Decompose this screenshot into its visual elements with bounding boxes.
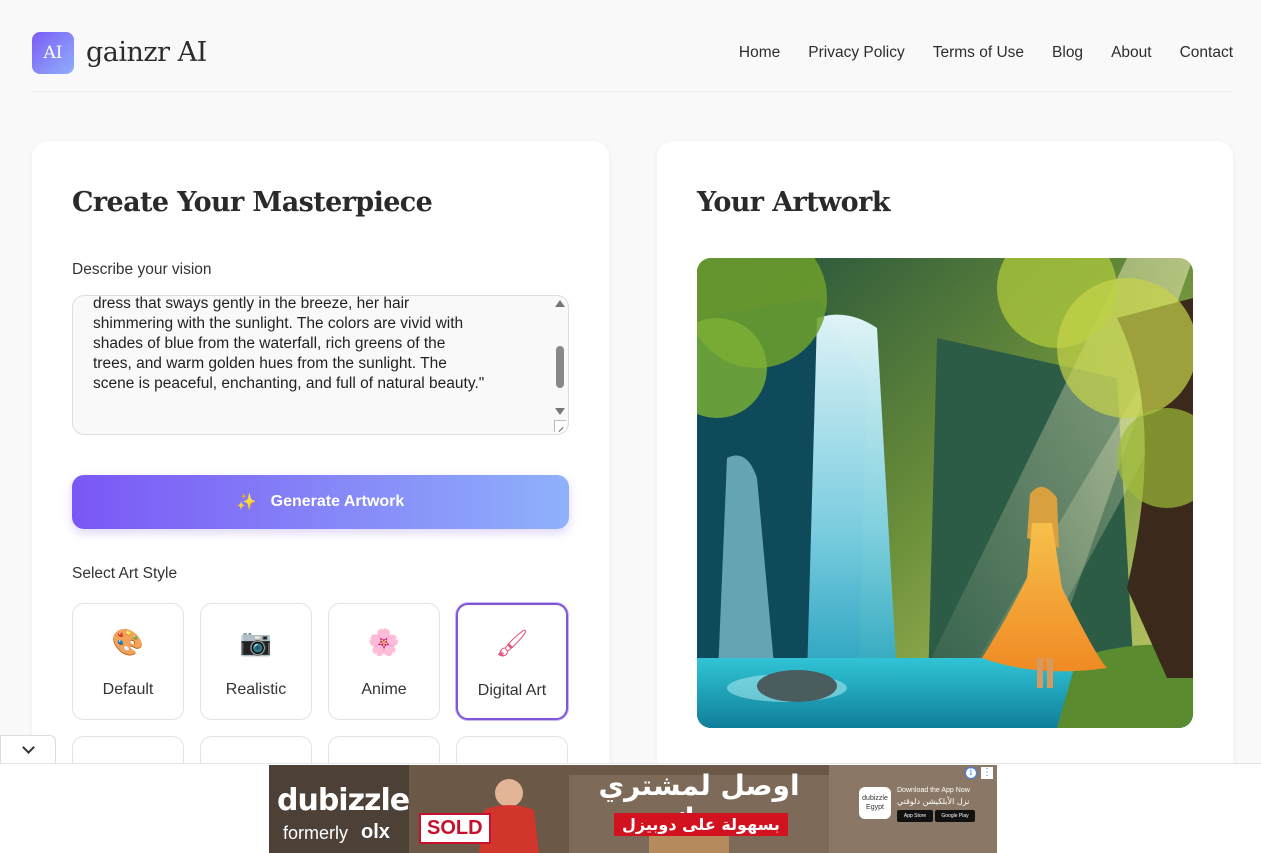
style-option-default[interactable]: 🎨 Default xyxy=(72,603,184,720)
style-label-digital-art: Digital Art xyxy=(477,682,547,699)
create-panel: Create Your Masterpiece Describe your vi… xyxy=(32,141,609,853)
generated-artwork-image[interactable] xyxy=(697,258,1193,728)
style-label-anime: Anime xyxy=(361,681,407,698)
artwork-illustration xyxy=(697,258,1193,728)
resize-handle-icon[interactable] xyxy=(554,420,566,432)
palette-icon: 🎨 xyxy=(111,628,145,658)
site-header: AI gainzr AI Home Privacy Policy Terms o… xyxy=(32,32,1233,92)
nav-about[interactable]: About xyxy=(1111,44,1152,62)
ad-subline: بسهولة على دوبيزل xyxy=(614,813,788,836)
prompt-label: Describe your vision xyxy=(72,261,212,278)
nav-privacy-policy[interactable]: Privacy Policy xyxy=(808,44,904,62)
generate-artwork-label: Generate Artwork xyxy=(270,493,405,510)
style-option-digital-art[interactable]: 🖌 Digital Art xyxy=(456,603,568,720)
brand-name[interactable]: gainzr AI xyxy=(86,37,207,68)
ad-store-text: Download the App Now xyxy=(897,787,970,794)
main-nav: Home Privacy Policy Terms of Use Blog Ab… xyxy=(739,44,1233,62)
nav-contact[interactable]: Contact xyxy=(1180,44,1233,62)
prompt-textarea[interactable]: dress that sways gently in the breeze, h… xyxy=(72,295,569,435)
ad-olx: olx xyxy=(361,821,390,843)
ad-brand: dubizzle xyxy=(277,783,410,818)
prompt-text[interactable]: dress that sways gently in the breeze, h… xyxy=(93,296,543,394)
nav-terms-of-use[interactable]: Terms of Use xyxy=(933,44,1024,62)
create-title: Create Your Masterpiece xyxy=(72,187,433,218)
ad-info-icon[interactable]: i xyxy=(965,767,977,779)
cherry-blossom-icon: 🌸 xyxy=(367,628,401,658)
nav-blog[interactable]: Blog xyxy=(1052,44,1083,62)
nav-home[interactable]: Home xyxy=(739,44,780,62)
scroll-up-arrow-icon[interactable] xyxy=(555,300,565,307)
app-icon: dubizzle Egypt xyxy=(859,787,891,819)
ad-menu-icon[interactable]: ⋮ xyxy=(981,767,993,779)
style-label-realistic: Realistic xyxy=(225,681,287,698)
artwork-title: Your Artwork xyxy=(697,187,890,218)
ad-sold-sign: SOLD xyxy=(419,813,491,844)
ad-collapse-button[interactable] xyxy=(0,735,56,763)
sparkles-icon: ✨ xyxy=(236,494,257,511)
paintbrush-icon: 🖌 xyxy=(495,629,529,659)
logo-badge[interactable]: AI xyxy=(32,32,74,74)
scrollbar-thumb[interactable] xyxy=(556,346,564,388)
art-style-label: Select Art Style xyxy=(72,565,178,582)
app-badge-line2: Egypt xyxy=(866,804,884,811)
ad-bar: dubizzle formerly olx SOLD اوصل لمشتري ب… xyxy=(0,763,1261,853)
generate-artwork-button[interactable]: ✨ Generate Artwork xyxy=(72,475,569,529)
google-play-badge[interactable]: Google Play xyxy=(935,810,975,822)
chevron-down-icon xyxy=(21,741,35,754)
style-option-anime[interactable]: 🌸 Anime xyxy=(328,603,440,720)
app-badge-line1: dubizzle xyxy=(862,795,888,802)
advertisement-banner[interactable]: dubizzle formerly olx SOLD اوصل لمشتري ب… xyxy=(269,765,997,853)
style-option-realistic[interactable]: 📷 Realistic xyxy=(200,603,312,720)
ad-formerly: formerly xyxy=(283,823,349,843)
ad-store-text-ar: نزل الأبلكيشن دلوقتي xyxy=(897,797,970,806)
scroll-down-arrow-icon[interactable] xyxy=(555,408,565,415)
artwork-panel: Your Artwork xyxy=(657,141,1233,781)
style-label-default: Default xyxy=(102,681,154,698)
camera-icon: 📷 xyxy=(239,628,273,658)
app-store-badge[interactable]: App Store xyxy=(897,810,933,822)
